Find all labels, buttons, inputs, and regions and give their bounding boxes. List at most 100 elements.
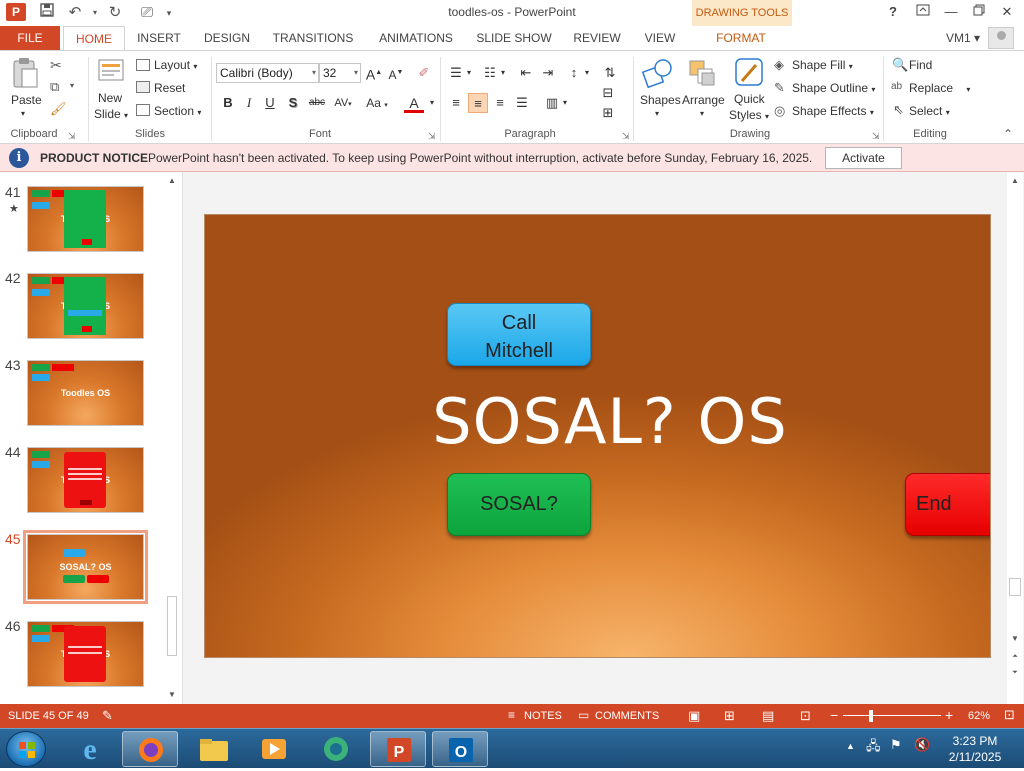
slide-sorter-icon[interactable]: ⊞ (724, 708, 735, 724)
previous-slide-icon[interactable]: ⏶ (1008, 650, 1022, 664)
slide-thumbnails-pane[interactable]: 41 ★ Toodles OS 42 Toodles OS 43 Toodles… (0, 172, 182, 704)
quick-styles-button[interactable]: Styles ▾ (729, 108, 769, 122)
zoom-slider-track[interactable] (843, 715, 941, 716)
replace-button[interactable]: Replace ▾ (909, 81, 970, 95)
scroll-down-icon[interactable]: ▼ (165, 688, 179, 702)
shape-effects-button[interactable]: Shape Effects ▾ (792, 104, 874, 118)
columns-dropdown-icon[interactable]: ▾ (560, 93, 570, 113)
new-slide-icon[interactable] (96, 56, 126, 84)
notes-icon[interactable]: ≡ (508, 708, 515, 722)
find-button[interactable]: Find (909, 58, 932, 72)
layout-icon[interactable] (136, 59, 150, 71)
zoom-in-icon[interactable]: + (945, 707, 953, 723)
end-button[interactable]: End (905, 473, 990, 536)
zoom-level[interactable]: 62% (968, 710, 990, 722)
notes-button[interactable]: NOTES (524, 710, 562, 722)
ribbon-display-options-icon[interactable] (910, 2, 936, 22)
select-button[interactable]: Select ▾ (909, 104, 950, 118)
decrease-indent-icon[interactable]: ⇤ (516, 63, 536, 83)
line-spacing-dropdown-icon[interactable]: ▾ (582, 63, 592, 83)
align-text-icon[interactable]: ⊟ (598, 83, 618, 103)
fit-slide-icon[interactable]: ⊡ (1004, 707, 1015, 723)
restore-button[interactable] (966, 2, 992, 22)
shape-fill-icon[interactable]: ◈ (774, 57, 784, 73)
tab-slide-show[interactable]: SLIDE SHOW (474, 26, 554, 50)
drawing-launcher-icon[interactable]: ⇲ (872, 131, 880, 142)
start-button[interactable] (6, 731, 46, 767)
justify-icon[interactable]: ☰ (512, 93, 532, 113)
slide-show-icon[interactable]: ⊡ (800, 708, 811, 724)
volume-muted-icon[interactable]: 🔇 (914, 737, 930, 753)
quick-styles-label-top[interactable]: Quick (734, 92, 765, 106)
paste-icon[interactable] (10, 57, 40, 93)
tab-review[interactable]: REVIEW (568, 26, 626, 50)
arrange-dropdown-icon[interactable]: ▾ (700, 109, 704, 118)
layout-button[interactable]: Layout ▾ (154, 58, 197, 72)
paste-button[interactable]: Paste (11, 93, 42, 107)
shape-outline-icon[interactable]: ✎ (774, 80, 785, 96)
scroll-thumb[interactable] (1009, 578, 1021, 596)
find-icon[interactable]: 🔍 (892, 57, 908, 73)
media-player-icon[interactable] (246, 731, 302, 767)
new-slide-button[interactable]: Slide ▾ (94, 107, 128, 121)
select-icon[interactable]: ⇖ (893, 102, 904, 118)
tab-format[interactable]: FORMAT (706, 26, 776, 50)
shape-outline-button[interactable]: Shape Outline ▾ (792, 81, 875, 95)
increase-font-size-icon[interactable]: A▲ (364, 63, 384, 83)
shape-effects-icon[interactable]: ◎ (774, 103, 785, 119)
scroll-down-icon[interactable]: ▼ (1008, 632, 1022, 646)
bold-button[interactable]: B (218, 93, 238, 113)
slide-canvas[interactable]: Call Mitchell SOSAL? OS SOSAL? End (204, 214, 991, 658)
reset-icon[interactable] (136, 81, 150, 93)
normal-view-icon[interactable]: ▣ (688, 708, 700, 724)
shapes-dropdown-icon[interactable]: ▾ (655, 109, 659, 118)
shape-fill-button[interactable]: Shape Fill ▾ (792, 58, 853, 72)
outlook-taskbar-icon[interactable]: O (432, 731, 488, 767)
arrange-icon[interactable] (688, 59, 718, 89)
align-right-icon[interactable]: ≡ (490, 93, 510, 113)
arrange-button[interactable]: Arrange (682, 93, 725, 107)
slide-thumbnail-45[interactable]: SOSAL? OS (23, 530, 148, 604)
reset-button[interactable]: Reset (154, 81, 185, 95)
comments-button[interactable]: COMMENTS (595, 710, 659, 722)
numbering-icon[interactable]: ☷ (480, 63, 500, 83)
tab-insert[interactable]: INSERT (131, 26, 187, 50)
italic-button[interactable]: I (239, 93, 259, 113)
tab-home[interactable]: HOME (63, 26, 125, 51)
clear-formatting-icon[interactable]: ✐ (414, 63, 434, 83)
font-size-combo[interactable]: 32 ▾ (319, 63, 361, 83)
sosal-button[interactable]: SOSAL? (447, 473, 591, 536)
close-button[interactable]: ✕ (994, 2, 1020, 22)
decrease-font-size-icon[interactable]: A▼ (386, 63, 406, 83)
shapes-icon[interactable] (641, 57, 674, 89)
slide-thumbnail-43[interactable]: Toodles OS (27, 360, 144, 426)
slide-thumbnail-44[interactable]: Toodles OS (27, 447, 144, 513)
font-launcher-icon[interactable]: ⇲ (428, 131, 436, 142)
action-center-flag-icon[interactable]: ⚑ (890, 737, 902, 753)
internet-explorer-icon[interactable]: e (62, 731, 118, 767)
zoom-out-icon[interactable]: − (830, 707, 838, 723)
scroll-thumb[interactable] (167, 596, 177, 656)
tab-view[interactable]: VIEW (638, 26, 682, 50)
comments-icon[interactable]: ▭ (578, 708, 589, 722)
shapes-button[interactable]: Shapes (640, 93, 681, 107)
increase-indent-icon[interactable]: ⇥ (538, 63, 558, 83)
scroll-up-icon[interactable]: ▲ (1008, 174, 1022, 188)
section-icon[interactable] (136, 104, 150, 116)
section-button[interactable]: Section ▾ (154, 104, 201, 118)
quick-styles-icon[interactable] (734, 57, 766, 89)
new-slide-label-top[interactable]: New (98, 91, 122, 105)
align-left-icon[interactable]: ≡ (446, 93, 466, 113)
avatar[interactable] (988, 27, 1014, 49)
show-hidden-icons-icon[interactable]: ▲ (846, 741, 855, 751)
character-spacing-button[interactable]: AV▾ (330, 93, 356, 113)
paste-dropdown-icon[interactable]: ▾ (21, 109, 25, 118)
paragraph-launcher-icon[interactable]: ⇲ (622, 131, 630, 142)
font-color-dropdown-icon[interactable]: ▾ (422, 93, 442, 113)
slide-thumbnail-46[interactable]: Toodles OS (27, 621, 144, 687)
collapse-ribbon-icon[interactable]: ⌃ (1003, 127, 1013, 141)
powerpoint-taskbar-icon[interactable]: P (370, 731, 426, 767)
reading-view-icon[interactable]: ▤ (762, 708, 774, 724)
replace-icon[interactable]: ab (891, 81, 902, 92)
format-painter-icon[interactable]: 🖌 (50, 101, 67, 117)
